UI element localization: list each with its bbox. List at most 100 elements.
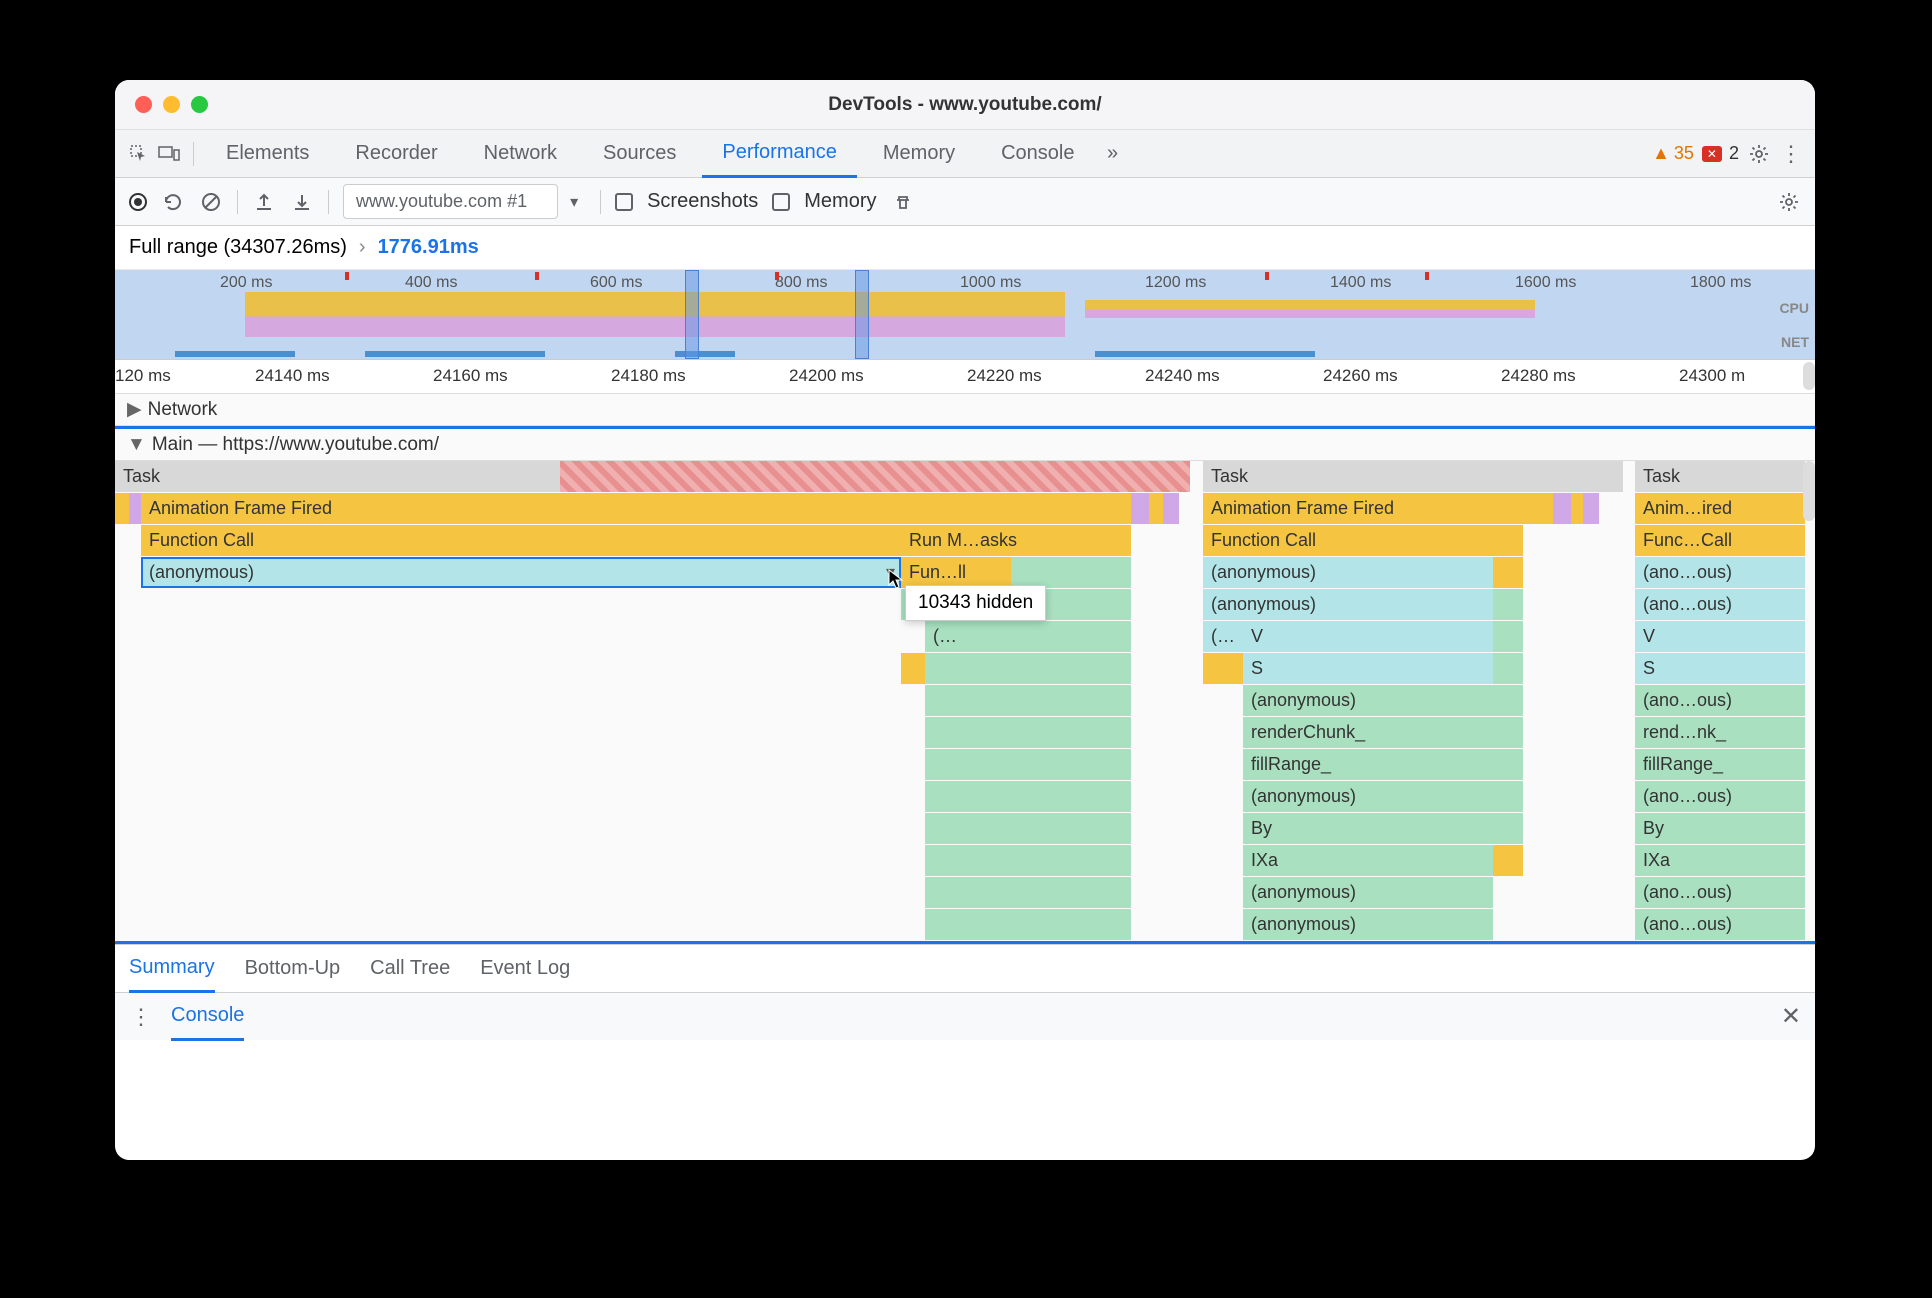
- flame-bar[interactable]: [1131, 493, 1149, 524]
- breadcrumb-full[interactable]: Full range (34307.26ms): [129, 236, 347, 259]
- tab-console[interactable]: Console: [981, 130, 1094, 178]
- flame-bar[interactable]: S: [1635, 653, 1805, 684]
- flame-bar[interactable]: Task: [1203, 461, 1623, 492]
- minimize-icon[interactable]: [163, 96, 180, 113]
- flame-bar[interactable]: [925, 845, 1131, 876]
- [interactable]: renderChunk_: [1243, 717, 1493, 748]
- flame-bar[interactable]: Task: [1635, 461, 1805, 492]
- clear-icon[interactable]: [199, 190, 223, 214]
- flame-bar[interactable]: [1011, 557, 1131, 588]
- capture-settings-icon[interactable]: [1777, 190, 1801, 214]
- flame-bar[interactable]: [901, 653, 925, 684]
- device-icon[interactable]: [157, 142, 181, 166]
- flame-bar[interactable]: (anonymous): [1243, 877, 1493, 908]
- flame-bar[interactable]: [1203, 653, 1243, 684]
- error-badge[interactable]: ✕2: [1702, 143, 1739, 164]
- tab-elements[interactable]: Elements: [206, 130, 329, 178]
- flame-bar[interactable]: By: [1243, 813, 1493, 844]
- flame-bar[interactable]: V: [1243, 621, 1493, 652]
- flame-bar[interactable]: [925, 909, 1131, 940]
- flame-bar[interactable]: Function Call: [1203, 525, 1523, 556]
- main-track[interactable]: ▼Main — https://www.youtube.com/: [115, 429, 1815, 461]
- flame-bar[interactable]: Animation Frame Fired: [141, 493, 1131, 524]
- flame-bar[interactable]: [1493, 781, 1523, 812]
- tab-eventlog[interactable]: Event Log: [480, 945, 570, 993]
- scrollbar[interactable]: [1803, 362, 1815, 390]
- timeline-ruler[interactable]: 120 ms 24140 ms 24160 ms 24180 ms 24200 …: [115, 360, 1815, 394]
- chevron-down-icon[interactable]: ▾: [562, 190, 586, 214]
- flame-bar[interactable]: By: [1635, 813, 1805, 844]
- flame-bar-selected[interactable]: (anonymous)▾: [141, 557, 901, 588]
- memory-checkbox[interactable]: [772, 193, 790, 211]
- download-icon[interactable]: [290, 190, 314, 214]
- flame-bar[interactable]: IXa: [1635, 845, 1805, 876]
- network-track[interactable]: ▶Network: [115, 394, 1815, 426]
- flame-bar[interactable]: Anim…ired: [1635, 493, 1805, 524]
- flame-bar[interactable]: [1011, 653, 1131, 684]
- flame-bar[interactable]: [1493, 653, 1523, 684]
- flame-bar[interactable]: fillRange_: [1243, 749, 1493, 780]
- flame-bar[interactable]: [1493, 621, 1523, 652]
- kebab-icon[interactable]: ⋮: [1779, 142, 1803, 166]
- inspect-icon[interactable]: [127, 142, 151, 166]
- tab-bottomup[interactable]: Bottom-Up: [245, 945, 341, 993]
- flame-bar[interactable]: [925, 717, 1131, 748]
- flame-bar[interactable]: [925, 813, 1131, 844]
- breadcrumb-selected[interactable]: 1776.91ms: [378, 236, 479, 259]
- flame-bar[interactable]: (anonymous): [1243, 781, 1493, 812]
- flame-bar[interactable]: (ano…ous): [1635, 589, 1805, 620]
- flame-bar[interactable]: [925, 685, 1131, 716]
- flame-bar[interactable]: [1493, 589, 1523, 620]
- record-button[interactable]: [129, 193, 147, 211]
- tab-memory[interactable]: Memory: [863, 130, 975, 178]
- recording-select[interactable]: www.youtube.com #1: [343, 184, 558, 219]
- flame-bar[interactable]: [1493, 557, 1523, 588]
- flame-bar[interactable]: (anonymous): [1203, 589, 1493, 620]
- tab-performance[interactable]: Performance: [702, 130, 857, 178]
- flame-chart[interactable]: Task Task Task Animation Frame Fired Ani…: [115, 461, 1815, 941]
- flame-bar[interactable]: [925, 877, 1131, 908]
- flame-bar[interactable]: [1163, 493, 1179, 524]
- tab-sources[interactable]: Sources: [583, 130, 696, 178]
- tab-network[interactable]: Network: [464, 130, 577, 178]
- tab-summary[interactable]: Summary: [129, 945, 215, 993]
- flame-bar[interactable]: (…: [925, 621, 1011, 652]
- flame-bar[interactable]: rend…nk_: [1635, 717, 1805, 748]
- flame-bar[interactable]: [925, 749, 1131, 780]
- overview-panel[interactable]: 200 ms 400 ms 600 ms 800 ms 1000 ms 1200…: [115, 270, 1815, 360]
- warning-badge[interactable]: ▲ 35: [1652, 143, 1694, 164]
- screenshots-checkbox[interactable]: [615, 193, 633, 211]
- flame-bar[interactable]: [925, 653, 1011, 684]
- flame-bar[interactable]: [1553, 493, 1571, 524]
- flame-bar[interactable]: (ano…ous): [1635, 685, 1805, 716]
- flame-bar[interactable]: (ano…ous): [1635, 557, 1805, 588]
- scrollbar[interactable]: [1803, 461, 1815, 521]
- tab-calltree[interactable]: Call Tree: [370, 945, 450, 993]
- flame-bar[interactable]: IXa: [1243, 845, 1493, 876]
- flame-bar[interactable]: (ano…ous): [1635, 877, 1805, 908]
- flame-bar[interactable]: (anonymous): [1243, 909, 1493, 940]
- flame-bar[interactable]: [1493, 717, 1523, 748]
- flame-bar[interactable]: (anonymous): [1203, 557, 1493, 588]
- flame-bar[interactable]: [925, 781, 1131, 812]
- close-icon[interactable]: [135, 96, 152, 113]
- more-tabs-icon[interactable]: »: [1101, 142, 1125, 166]
- gc-icon[interactable]: [891, 190, 915, 214]
- flame-bar[interactable]: (ano…ous): [1635, 909, 1805, 940]
- flame-bar[interactable]: [1583, 493, 1599, 524]
- flame-bar[interactable]: Fun…ll: [901, 557, 1011, 588]
- collapse-icon[interactable]: ▶: [127, 398, 142, 421]
- upload-icon[interactable]: [252, 190, 276, 214]
- flame-bar[interactable]: [1011, 621, 1131, 652]
- tab-recorder[interactable]: Recorder: [335, 130, 457, 178]
- flame-bar[interactable]: fillRange_: [1635, 749, 1805, 780]
- flame-bar[interactable]: Run M…asks: [901, 525, 1131, 556]
- flame-bar[interactable]: (anonymous): [1243, 685, 1493, 716]
- flame-bar[interactable]: [1493, 685, 1523, 716]
- flame-bar[interactable]: (ano…ous): [1635, 781, 1805, 812]
- close-icon[interactable]: ✕: [1781, 1002, 1801, 1031]
- flame-bar[interactable]: [1493, 749, 1523, 780]
- flame-bar[interactable]: Func…Call: [1635, 525, 1805, 556]
- kebab-icon[interactable]: ⋮: [129, 1005, 153, 1029]
- flame-bar[interactable]: (…: [1203, 621, 1243, 652]
